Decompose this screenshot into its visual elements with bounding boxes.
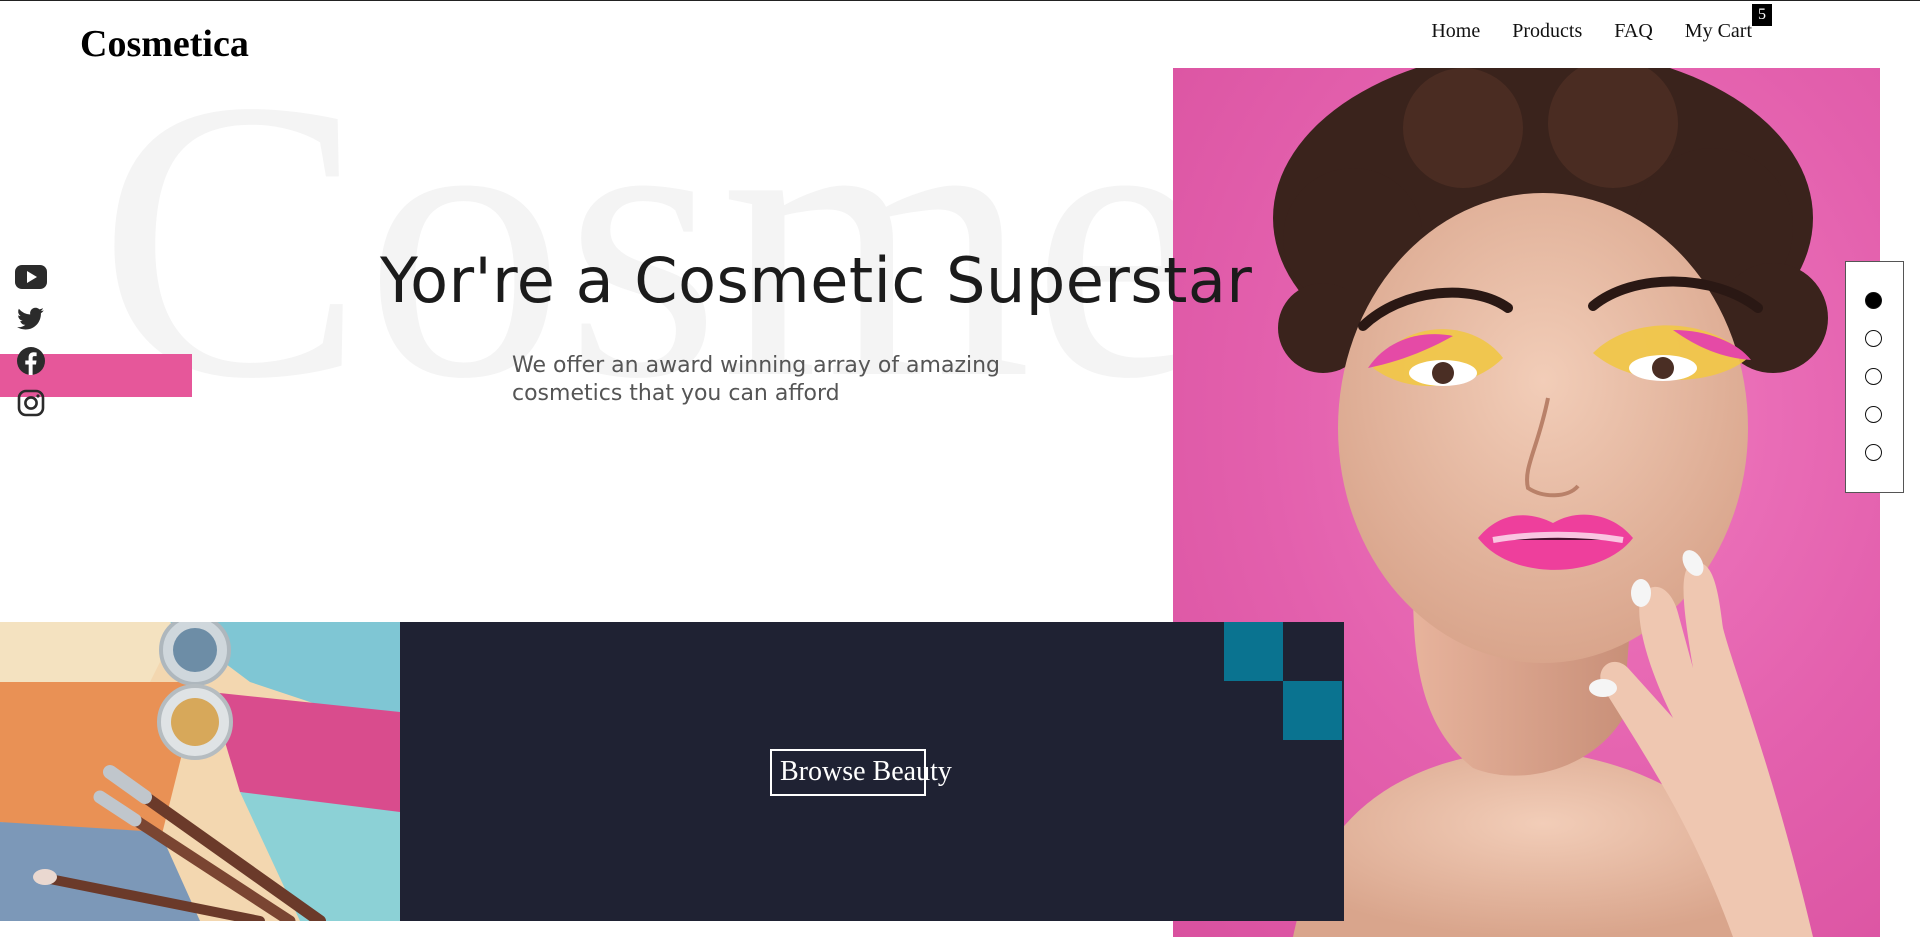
browse-beauty-label[interactable]: Browse Beauty: [780, 756, 952, 788]
slider-dot-2[interactable]: [1865, 330, 1882, 347]
cart-count-badge: 5: [1752, 4, 1772, 26]
twitter-icon[interactable]: [14, 304, 48, 334]
nav-products-link[interactable]: Products: [1512, 20, 1582, 43]
cosmetics-powder-image: [0, 622, 400, 921]
slider-dot-1[interactable]: [1865, 292, 1882, 309]
main-nav: Home Products FAQ My Cart 5: [1431, 4, 1772, 43]
youtube-icon[interactable]: [14, 262, 48, 292]
instagram-icon[interactable]: [14, 388, 48, 418]
nav-cart-link[interactable]: My Cart 5: [1684, 4, 1772, 43]
nav-home-link[interactable]: Home: [1431, 20, 1480, 43]
top-border-line: [0, 0, 1920, 1]
teal-square-decoration: [1224, 622, 1283, 681]
slider-pagination: [1845, 261, 1904, 493]
nav-faq-link[interactable]: FAQ: [1614, 20, 1653, 43]
hero-title: Yor're a Cosmetic Superstar: [380, 244, 1253, 317]
slider-dot-5[interactable]: [1865, 444, 1882, 461]
slider-dot-4[interactable]: [1865, 406, 1882, 423]
facebook-icon[interactable]: [14, 346, 48, 376]
teal-square-decoration: [1283, 681, 1342, 740]
slider-dot-3[interactable]: [1865, 368, 1882, 385]
hero-subtitle: We offer an award winning array of amazi…: [512, 353, 1001, 406]
nav-cart-label: My Cart: [1684, 20, 1752, 42]
social-links: [14, 262, 48, 418]
